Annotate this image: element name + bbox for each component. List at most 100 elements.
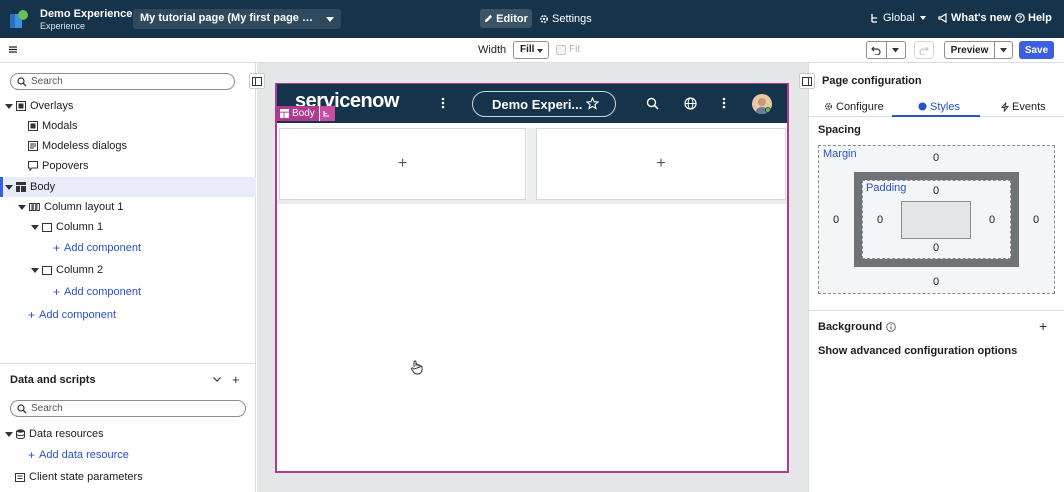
global-scope-menu[interactable]: Global — [870, 12, 926, 24]
tree-label: Column layout 1 — [44, 201, 124, 213]
data-search-input[interactable]: Search — [10, 400, 246, 417]
tree-item-data-resources[interactable]: Data resources — [0, 424, 256, 444]
data-and-scripts-section: Data and scripts + Search Data resources… — [0, 363, 256, 492]
tree-item-popovers[interactable]: Popovers — [0, 156, 256, 176]
select-parent-button[interactable] — [319, 106, 335, 121]
add-component-link: Add component — [64, 286, 142, 298]
column-2-dropzone[interactable]: + — [536, 128, 786, 200]
preview-button[interactable]: Preview — [945, 42, 995, 58]
tab-configure[interactable]: Configure — [824, 96, 884, 117]
tree-label: Modals — [42, 120, 78, 132]
tree-item-modeless-dialogs[interactable]: Modeless dialogs — [0, 136, 256, 156]
add-component-column-2[interactable]: + Add component — [0, 282, 256, 302]
save-button[interactable]: Save — [1019, 41, 1054, 59]
search-icon[interactable] — [646, 97, 659, 110]
panel-title: Page configuration — [822, 75, 922, 87]
whats-new-button[interactable]: What's new — [938, 12, 1011, 24]
section-divider — [808, 310, 1064, 311]
margin-top-value[interactable]: 0 — [933, 152, 939, 164]
tree-item-client-state[interactable]: Client state parameters — [0, 467, 256, 487]
collapse-right-panel-button[interactable] — [799, 73, 815, 89]
undo-history-button[interactable] — [887, 42, 906, 58]
popover-icon — [28, 161, 38, 171]
column-1-dropzone[interactable]: + — [279, 128, 526, 200]
add-component-link: Add component — [39, 309, 117, 321]
tree-item-modals[interactable]: Modals — [0, 116, 256, 136]
padding-right-value[interactable]: 0 — [989, 214, 995, 226]
body-tag[interactable]: Body — [276, 106, 320, 121]
padding-left-value[interactable]: 0 — [877, 214, 883, 226]
chevron-down-icon[interactable] — [213, 377, 221, 382]
tree-label: Overlays — [30, 100, 74, 112]
info-icon[interactable] — [886, 322, 896, 332]
more-vertical-icon[interactable] — [441, 97, 445, 109]
undo-button[interactable] — [867, 42, 887, 58]
padding-top-value[interactable]: 0 — [933, 185, 939, 197]
plus-icon: + — [53, 285, 61, 299]
gear-icon — [539, 14, 549, 24]
collapse-left-panel-button[interactable] — [249, 73, 265, 89]
chevron-down-icon — [892, 47, 900, 52]
panel-collapse-icon — [252, 76, 262, 86]
tree-label: Modeless dialogs — [42, 140, 127, 152]
add-component-root[interactable]: + Add component — [0, 305, 256, 325]
caret-down-icon[interactable] — [31, 224, 39, 230]
add-background-icon[interactable]: + — [1039, 318, 1047, 334]
caret-down-icon[interactable] — [5, 184, 13, 190]
column-icon — [42, 222, 52, 232]
menu-icon[interactable] — [9, 46, 17, 53]
add-data-resource[interactable]: + Add data resource — [0, 445, 256, 465]
margin-bottom-value[interactable]: 0 — [933, 276, 939, 288]
tab-events[interactable]: Events — [1001, 96, 1046, 117]
add-data-icon[interactable]: + — [232, 372, 240, 387]
editor-toolbar: Width Fill Fit Preview Save — [0, 38, 1064, 63]
config-tabs: Configure Styles Events — [808, 96, 1064, 117]
column-layout-bottom-edge — [277, 200, 787, 204]
tab-label: Configure — [836, 100, 884, 113]
more-vertical-icon[interactable] — [722, 97, 726, 109]
margin-left-value[interactable]: 0 — [833, 214, 839, 226]
width-select[interactable]: Fill — [513, 41, 549, 59]
redo-button[interactable] — [914, 41, 934, 59]
margin-right-value[interactable]: 0 — [1033, 214, 1039, 226]
fit-checkbox[interactable] — [556, 45, 566, 55]
caret-down-icon[interactable] — [18, 204, 26, 210]
globe-icon[interactable] — [684, 97, 697, 110]
plus-icon: + — [28, 448, 36, 462]
preview-options-button[interactable] — [995, 42, 1012, 58]
tree-item-overlays[interactable]: Overlays — [0, 96, 256, 116]
redo-icon — [919, 46, 929, 55]
tree-item-body[interactable]: Body — [0, 177, 256, 197]
caret-down-icon[interactable] — [5, 431, 13, 437]
pencil-icon — [484, 14, 493, 23]
tree-search-input[interactable]: Search — [10, 73, 235, 90]
help-label: Help — [1028, 12, 1052, 24]
caret-down-icon[interactable] — [5, 103, 13, 109]
tree-label: Column 1 — [56, 221, 104, 233]
page-selector[interactable]: My tutorial page (My first page varia... — [133, 9, 341, 29]
tree-item-column-layout[interactable]: Column layout 1 — [0, 197, 256, 217]
padding-bottom-value[interactable]: 0 — [933, 242, 939, 254]
data-search-placeholder: Search — [31, 403, 63, 414]
tree-item-column-1[interactable]: Column 1 — [0, 217, 256, 237]
tree-item-column-2[interactable]: Column 2 — [0, 260, 256, 280]
help-button[interactable]: ? Help — [1015, 12, 1052, 24]
star-icon[interactable] — [586, 97, 599, 110]
width-label: Width — [478, 44, 507, 56]
body-layout-icon — [16, 182, 26, 192]
tree-label: Client state parameters — [29, 471, 143, 483]
tree-label: Body — [30, 181, 56, 193]
lightning-icon — [1001, 101, 1009, 112]
tab-styles[interactable]: Styles — [918, 96, 960, 117]
column-icon — [42, 265, 52, 275]
add-component-column-1[interactable]: + Add component — [0, 238, 256, 258]
undo-button-group — [866, 41, 906, 59]
advanced-options-link[interactable]: Show advanced configuration options — [818, 345, 1017, 357]
avatar[interactable] — [752, 94, 772, 114]
settings-button[interactable]: Settings — [539, 9, 592, 28]
editor-button[interactable]: Editor — [480, 9, 532, 28]
caret-down-icon[interactable] — [31, 267, 39, 273]
tree-label: Data resources — [29, 428, 104, 440]
hand-cursor-icon — [410, 360, 424, 375]
plus-icon: + — [53, 241, 61, 255]
